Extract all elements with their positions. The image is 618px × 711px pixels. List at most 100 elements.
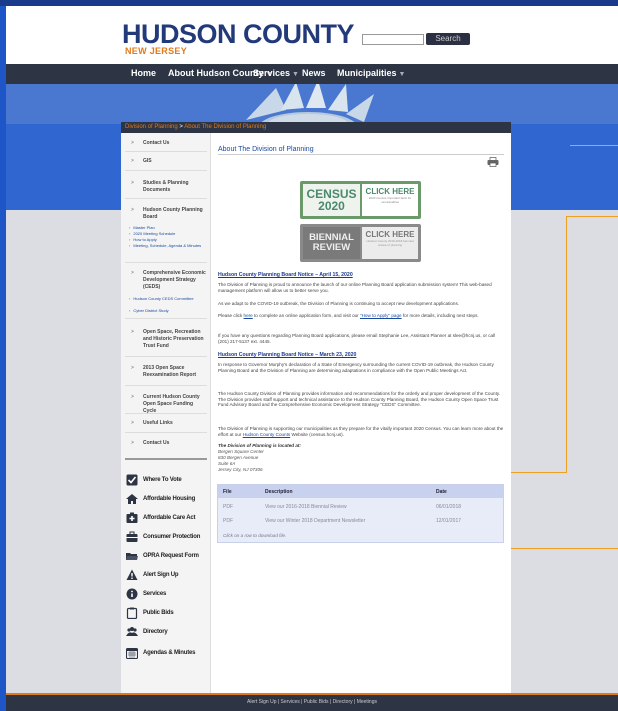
hudson-county-counts-link[interactable]: Hudson County Counts bbox=[243, 432, 291, 437]
notice1-paragraph1: The Division of Planning is proud to ann… bbox=[218, 282, 492, 293]
chevron-down-icon: ▼ bbox=[292, 71, 299, 78]
chevron-right-icon: > bbox=[131, 394, 134, 400]
chevron-right-icon: > bbox=[131, 140, 134, 146]
column-header-date: Date bbox=[436, 489, 447, 495]
folder-icon bbox=[126, 553, 138, 560]
nav-news[interactable]: News bbox=[302, 68, 326, 78]
breadcrumb-separator: > bbox=[179, 124, 183, 130]
search-button[interactable]: Search bbox=[426, 33, 470, 45]
sidebar-divider bbox=[125, 432, 207, 433]
checkbox-icon bbox=[126, 474, 138, 486]
about-paragraph1: The Hudson County Division of Planning p… bbox=[218, 391, 501, 408]
sidebar-item-label: Contact Us bbox=[143, 140, 170, 146]
notice1-paragraph2: As we adapt to the COVID-19 outbreak, th… bbox=[218, 301, 460, 306]
info-icon bbox=[126, 588, 138, 600]
how-to-apply-link[interactable]: "How to Apply" page bbox=[360, 313, 402, 318]
sidebar-item-label: Current Hudson County Open Space Funding… bbox=[143, 394, 200, 414]
nav-services[interactable]: Services ▼ bbox=[253, 68, 299, 78]
quicklink-alert-sign-up[interactable]: Alert Sign Up bbox=[126, 569, 210, 581]
notice2-paragraph1: In response to Governor Murphy's declara… bbox=[218, 362, 494, 373]
hero-banner bbox=[6, 84, 618, 124]
address-line2: 830 Bergen Avenue bbox=[218, 455, 259, 460]
file-type: PDF bbox=[223, 518, 233, 524]
print-icon[interactable] bbox=[487, 157, 499, 167]
sidebar-item-label: 2013 Open Space Reexamination Report bbox=[143, 365, 197, 378]
medical-cross-icon bbox=[126, 512, 138, 523]
search-input[interactable] bbox=[362, 34, 424, 45]
file-date: 12/01/2017 bbox=[436, 518, 462, 524]
quicklink-opra-request[interactable]: OPRA Request Form bbox=[126, 550, 210, 562]
quicklink-public-bids[interactable]: Public Bids bbox=[126, 607, 210, 619]
quicklink-consumer-protection[interactable]: Consumer Protection bbox=[126, 531, 210, 543]
chevron-right-icon: > bbox=[131, 329, 134, 335]
table-hint: Click on a row to download file. bbox=[223, 533, 287, 538]
sidebar-subitem-ceds-committee[interactable]: Hudson County CEDS Committee bbox=[129, 296, 199, 301]
calendar-icon bbox=[126, 647, 138, 659]
quicklink-affordable-housing[interactable]: Affordable Housing bbox=[126, 493, 210, 505]
sidebar-subitem-how-to-apply[interactable]: How to Apply bbox=[129, 237, 209, 242]
file-date: 06/01/2018 bbox=[436, 504, 462, 510]
nav-municipalities[interactable]: Municipalities ▼ bbox=[337, 68, 405, 78]
chevron-right-icon: > bbox=[131, 365, 134, 371]
notice2-heading: Hudson County Planning Board Notice – Ma… bbox=[218, 352, 357, 358]
sidebar-item-label: Contact Us bbox=[143, 440, 170, 446]
biennial-review-banner[interactable]: BIENNIAL REVIEW CLICK HERE Hudson County… bbox=[300, 224, 421, 262]
people-icon bbox=[126, 627, 138, 636]
table-row[interactable]: PDF View our 2016-2018 Biennial Review 0… bbox=[218, 501, 503, 514]
sidebar-item-label: Comprehensive Economic Development Strat… bbox=[143, 270, 206, 290]
chevron-right-icon: > bbox=[131, 420, 134, 426]
quicklink-directory[interactable]: Directory bbox=[126, 626, 210, 638]
biennial-banner-right: CLICK HERE Hudson County 2016-2018 bienn… bbox=[362, 227, 418, 259]
location-heading: The Division of Planning is located at: bbox=[218, 443, 301, 448]
notice1-p3-text-b: to complete an online application form, … bbox=[252, 313, 360, 318]
quicklink-label: Affordable Care Act bbox=[143, 515, 196, 521]
files-table-header: File Description Date bbox=[218, 485, 503, 498]
chevron-down-icon: ▼ bbox=[398, 71, 406, 78]
quicklink-agendas-minutes[interactable]: Agendas & Minutes bbox=[126, 647, 210, 659]
sidebar-subitem-master-plan[interactable]: Master Plan bbox=[129, 225, 209, 230]
nav-municipalities-label: Municipalities bbox=[337, 68, 397, 78]
file-type: PDF bbox=[223, 504, 233, 510]
address-line3: Suite 6A bbox=[218, 461, 236, 466]
notice1-paragraph3: Please click here to complete an online … bbox=[218, 313, 504, 319]
sidebar-item-label: Useful Links bbox=[143, 420, 173, 426]
site-logo[interactable]: HUDSON COUNTY bbox=[122, 20, 355, 48]
about-paragraph2: The Division of Planning is supporting o… bbox=[218, 426, 504, 437]
quicklink-label: Consumer Protection bbox=[143, 534, 201, 540]
chevron-right-icon: > bbox=[131, 158, 134, 164]
sidebar-divider bbox=[125, 385, 207, 386]
sidebar-divider bbox=[125, 198, 207, 199]
quicklink-label: Alert Sign Up bbox=[143, 572, 179, 578]
quicklink-where-to-vote[interactable]: Where To Vote bbox=[126, 474, 210, 486]
sidebar-divider bbox=[125, 151, 207, 152]
apply-here-link[interactable]: here bbox=[244, 313, 253, 318]
nav-home[interactable]: Home bbox=[131, 68, 156, 78]
sidebar-subitem-cyber-district[interactable]: Cyber District Study bbox=[129, 308, 209, 313]
sidebar-divider bbox=[125, 318, 207, 319]
census-banner-left: CENSUS 2020 bbox=[303, 184, 360, 216]
house-icon bbox=[126, 494, 138, 504]
decorative-line bbox=[566, 216, 567, 473]
quicklink-services[interactable]: Services bbox=[126, 588, 210, 600]
quicklink-affordable-care-act[interactable]: Affordable Care Act bbox=[126, 512, 210, 524]
sidebar-subitem-agenda-minutes[interactable]: Meeting, Schedule, Agenda & Minutes bbox=[129, 243, 207, 248]
warning-icon bbox=[126, 569, 138, 580]
notice1-p3-text-c: for more details, including next steps. bbox=[401, 313, 479, 318]
table-row[interactable]: PDF View our Winter 2018 Department News… bbox=[218, 515, 503, 528]
sidebar-divider bbox=[125, 170, 207, 171]
main-nav: Home About Hudson County ▼ Services ▼ News… bbox=[6, 64, 618, 84]
statue-of-liberty-image bbox=[246, 84, 374, 124]
sidebar-item-label: GIS bbox=[143, 158, 152, 164]
chevron-right-icon: > bbox=[131, 270, 134, 276]
breadcrumb-parent[interactable]: Division of Planning bbox=[125, 124, 178, 130]
census-2020-banner[interactable]: CENSUS 2020 CLICK HERE 2020 Census impor… bbox=[300, 181, 421, 219]
site-logo-subtitle: NEW JERSEY bbox=[125, 46, 188, 56]
census-banner-cta: CLICK HERE bbox=[365, 187, 415, 196]
nav-services-label: Services bbox=[253, 68, 291, 78]
about-p2-text-b: Website (census.hcnj.us). bbox=[290, 431, 344, 437]
breadcrumb: Division of Planning > About The Divisio… bbox=[121, 122, 511, 133]
page-title: About The Division of Planning bbox=[218, 146, 314, 153]
sidebar-subitem-meeting-schedule[interactable]: 2020 Meeting Schedule bbox=[129, 231, 209, 236]
quicklink-label: Affordable Housing bbox=[143, 496, 196, 502]
footer-links[interactable]: Alert Sign Up | Services | Public Bids |… bbox=[6, 699, 618, 705]
